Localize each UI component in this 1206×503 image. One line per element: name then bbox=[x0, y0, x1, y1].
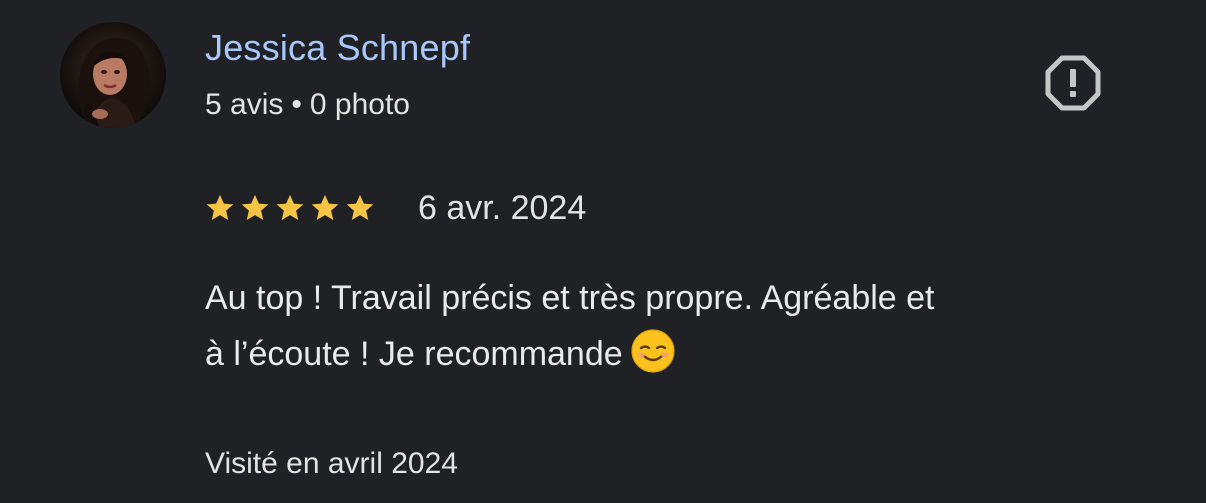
meta-separator: • bbox=[291, 88, 302, 121]
review-count: 5 avis bbox=[205, 88, 284, 121]
reviewer-name[interactable]: Jessica Schnepf bbox=[205, 26, 470, 70]
report-icon bbox=[1045, 55, 1101, 111]
star-icon bbox=[346, 194, 374, 220]
visit-info: Visité en avril 2024 bbox=[205, 447, 458, 480]
review-date: 6 avr. 2024 bbox=[418, 189, 587, 227]
smiling-face-emoji bbox=[631, 329, 675, 373]
star-icon bbox=[276, 194, 304, 220]
review-text: Au top ! Travail précis et très propre. … bbox=[205, 270, 1165, 382]
star-rating bbox=[204, 192, 376, 224]
review-text-line-1: Au top ! Travail précis et très propre. … bbox=[205, 279, 935, 317]
rating-row: 6 avr. 2024 bbox=[204, 186, 586, 230]
star-icon bbox=[206, 194, 234, 220]
photo-count: 0 photo bbox=[309, 88, 410, 121]
report-button[interactable] bbox=[1040, 50, 1106, 116]
review-text-line-2: à l’écoute ! Je recommande bbox=[205, 335, 623, 373]
star-icon bbox=[241, 194, 269, 220]
star-icon bbox=[311, 194, 339, 220]
reviewer-meta: 5 avis • 0 photo bbox=[205, 86, 410, 124]
review-card: Jessica Schnepf 5 avis • 0 photo 6 avr. 20… bbox=[0, 0, 1206, 503]
avatar[interactable] bbox=[60, 22, 166, 128]
